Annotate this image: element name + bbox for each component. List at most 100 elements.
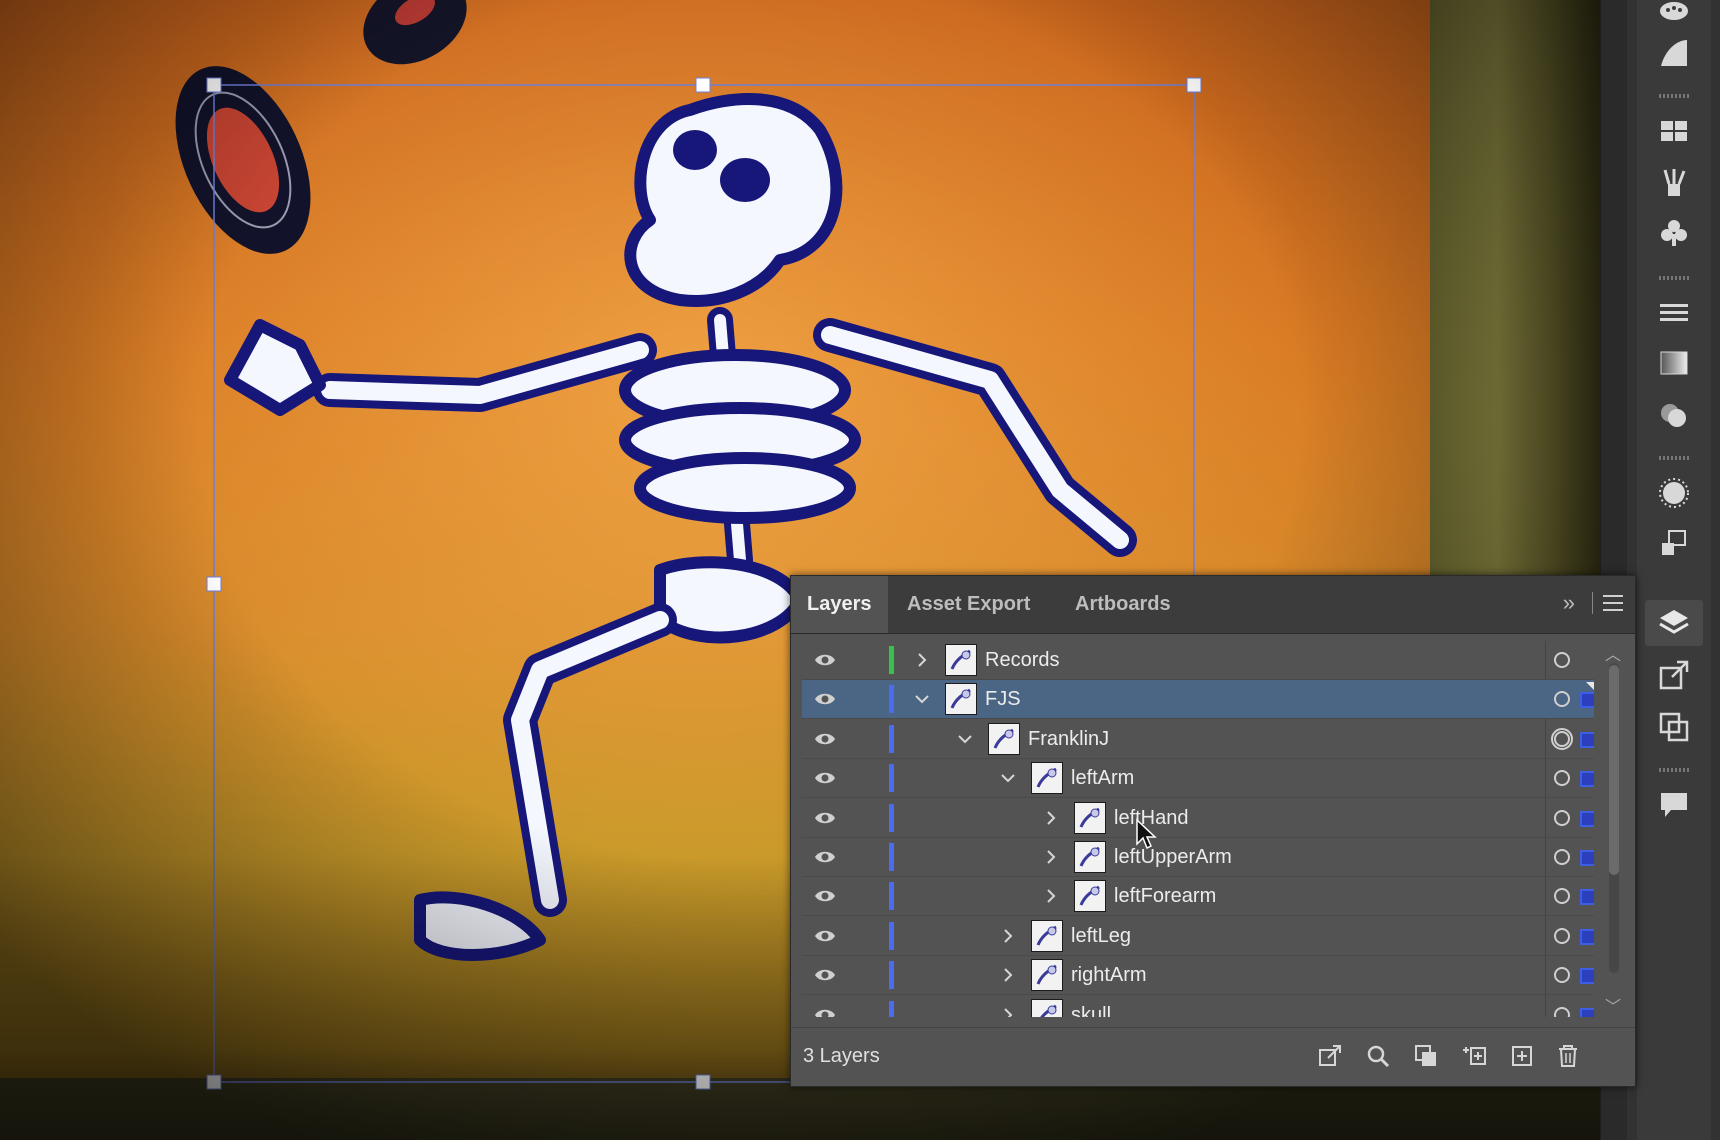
layer-row-leftupperarm[interactable]: leftUpperArm xyxy=(802,838,1594,877)
tab-artboards[interactable]: Artboards xyxy=(1059,576,1187,633)
chevron-down-icon[interactable] xyxy=(955,729,975,749)
export-for-screens-icon[interactable] xyxy=(1317,1043,1343,1069)
comments-icon[interactable] xyxy=(1645,782,1703,828)
layer-name[interactable]: skull xyxy=(1071,1004,1111,1017)
scroll-down-icon[interactable]: ﹀ xyxy=(1605,993,1621,1017)
panel-group-grip[interactable] xyxy=(1659,94,1689,98)
layer-list-scrollbar[interactable]: ︿ ﹀ xyxy=(1603,641,1625,1017)
chevron-right-icon[interactable] xyxy=(1041,808,1061,828)
layer-row-lefthand[interactable]: leftHand xyxy=(802,799,1594,838)
panel-group-grip[interactable] xyxy=(1659,456,1689,460)
target-circle-icon[interactable] xyxy=(1554,967,1570,983)
selection-indicator[interactable] xyxy=(1580,850,1594,866)
layer-row-skull[interactable]: skull xyxy=(802,996,1594,1017)
layer-thumbnail xyxy=(1074,841,1106,873)
visibility-eye-icon[interactable] xyxy=(814,691,836,707)
layer-row-leftforearm[interactable]: leftForearm xyxy=(802,877,1594,916)
scroll-thumb[interactable] xyxy=(1609,665,1619,875)
selection-indicator[interactable] xyxy=(1580,692,1594,708)
layer-name[interactable]: FranklinJ xyxy=(1028,728,1109,751)
selection-indicator[interactable] xyxy=(1580,732,1594,748)
target-circle-icon[interactable] xyxy=(1554,888,1570,904)
chevron-right-icon[interactable] xyxy=(912,650,932,670)
layers-footer: 3 Layers xyxy=(791,1027,1635,1086)
layer-row-leftarm[interactable]: leftArm xyxy=(802,759,1594,798)
target-circle-icon[interactable] xyxy=(1554,770,1570,786)
clipping-mask-icon[interactable] xyxy=(1413,1043,1439,1069)
current-layer-marker xyxy=(1586,682,1594,692)
layer-color-bar xyxy=(889,1001,894,1017)
color-guide-icon[interactable] xyxy=(1645,0,1703,34)
layer-name[interactable]: leftLeg xyxy=(1071,925,1131,948)
scroll-up-icon[interactable]: ︿ xyxy=(1605,641,1621,665)
gradient-icon[interactable] xyxy=(1645,30,1703,76)
transparency-icon[interactable] xyxy=(1645,340,1703,386)
target-circle-icon[interactable] xyxy=(1554,691,1570,707)
panel-group-grip[interactable] xyxy=(1659,276,1689,280)
target-circle-icon[interactable] xyxy=(1554,1007,1570,1017)
delete-layer-icon[interactable] xyxy=(1555,1043,1581,1069)
selection-indicator[interactable] xyxy=(1580,811,1594,827)
visibility-eye-icon[interactable] xyxy=(814,652,836,668)
appearance-icon[interactable] xyxy=(1645,392,1703,438)
layer-thumbnail xyxy=(945,683,977,715)
visibility-eye-icon[interactable] xyxy=(814,928,836,944)
stroke-icon[interactable] xyxy=(1645,290,1703,336)
visibility-eye-icon[interactable] xyxy=(814,770,836,786)
layer-row-records[interactable]: Records xyxy=(802,641,1594,680)
swatches-icon[interactable] xyxy=(1645,108,1703,154)
chevron-right-icon[interactable] xyxy=(998,1005,1018,1017)
tab-asset-export[interactable]: Asset Export xyxy=(891,576,1046,633)
chevron-down-icon[interactable] xyxy=(998,768,1018,788)
layer-name[interactable]: Records xyxy=(985,649,1059,672)
layer-name[interactable]: leftForearm xyxy=(1114,885,1216,908)
layer-name[interactable]: FJS xyxy=(985,688,1021,711)
target-circle-icon[interactable] xyxy=(1554,810,1570,826)
visibility-eye-icon[interactable] xyxy=(814,849,836,865)
visibility-eye-icon[interactable] xyxy=(814,810,836,826)
selection-indicator[interactable] xyxy=(1580,929,1594,945)
selection-indicator[interactable] xyxy=(1580,1008,1594,1017)
layer-list: Records FJS FranklinJ leftArm leftHand leftUp… xyxy=(802,641,1594,1017)
symbols-icon[interactable] xyxy=(1645,210,1703,256)
chevron-right-icon[interactable] xyxy=(998,926,1018,946)
graphic-styles-icon[interactable] xyxy=(1645,470,1703,516)
visibility-eye-icon[interactable] xyxy=(814,888,836,904)
selection-indicator[interactable] xyxy=(1580,889,1594,905)
artboards-panel-icon[interactable] xyxy=(1645,704,1703,750)
visibility-eye-icon[interactable] xyxy=(814,731,836,747)
layer-name[interactable]: leftArm xyxy=(1071,767,1134,790)
layer-row-rightarm[interactable]: rightArm xyxy=(802,956,1594,995)
collapse-panel-icon[interactable]: » xyxy=(1563,590,1575,616)
chevron-right-icon[interactable] xyxy=(1041,847,1061,867)
align-icon[interactable] xyxy=(1645,520,1703,566)
tab-layers[interactable]: Layers xyxy=(791,576,888,633)
layer-row-fjs[interactable]: FJS xyxy=(802,680,1594,719)
layer-row-leftleg[interactable]: leftLeg xyxy=(802,917,1594,956)
selection-indicator[interactable] xyxy=(1580,968,1594,984)
layer-thumbnail xyxy=(988,723,1020,755)
new-layer-icon[interactable] xyxy=(1509,1043,1535,1069)
panel-group-grip[interactable] xyxy=(1659,768,1689,772)
export-icon[interactable] xyxy=(1645,652,1703,698)
new-sublayer-icon[interactable] xyxy=(1461,1043,1487,1069)
target-circle-icon[interactable] xyxy=(1551,728,1573,750)
selection-indicator[interactable] xyxy=(1580,771,1594,787)
layer-thumbnail xyxy=(1031,959,1063,991)
layer-name[interactable]: rightArm xyxy=(1071,964,1147,987)
target-circle-icon[interactable] xyxy=(1554,928,1570,944)
layer-name[interactable]: leftUpperArm xyxy=(1114,846,1232,869)
layer-color-bar xyxy=(889,725,894,753)
visibility-eye-icon[interactable] xyxy=(814,1007,836,1017)
chevron-right-icon[interactable] xyxy=(1041,886,1061,906)
layer-row-franklinj[interactable]: FranklinJ xyxy=(802,720,1594,759)
chevron-right-icon[interactable] xyxy=(998,965,1018,985)
brushes-icon[interactable] xyxy=(1645,160,1703,206)
layers-icon[interactable] xyxy=(1645,600,1703,646)
visibility-eye-icon[interactable] xyxy=(814,967,836,983)
chevron-down-icon[interactable] xyxy=(912,689,932,709)
target-circle-icon[interactable] xyxy=(1554,652,1570,668)
locate-object-icon[interactable] xyxy=(1365,1043,1391,1069)
target-circle-icon[interactable] xyxy=(1554,849,1570,865)
panel-menu-icon[interactable] xyxy=(1603,590,1623,616)
